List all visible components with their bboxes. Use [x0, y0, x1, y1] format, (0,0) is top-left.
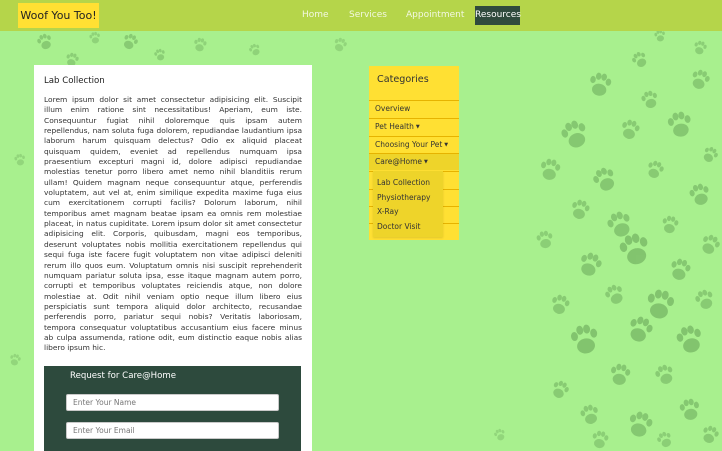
category-overview[interactable]: Overview — [369, 100, 459, 117]
category-pet-health[interactable]: Pet Health ▼ — [369, 118, 459, 135]
category-choosing-your-pet[interactable]: Choosing Your Pet ▼ — [369, 136, 459, 153]
brand-logo[interactable]: Woof You Too! — [18, 3, 99, 28]
nav-link-services[interactable]: Services — [349, 0, 387, 31]
name-input[interactable] — [66, 394, 279, 411]
article-card: Lab Collection Lorem ipsum dolor sit ame… — [34, 65, 312, 451]
caret-down-icon: ▼ — [415, 124, 420, 130]
nav-link-appointment[interactable]: Appointment — [406, 0, 464, 31]
article-title: Lab Collection — [44, 76, 105, 86]
article-body: Lorem ipsum dolor sit amet consectetur a… — [44, 95, 302, 353]
caret-down-icon: ▼ — [444, 142, 449, 148]
care-at-home-dropdown: Lab Collection Physiotherapy X-Ray Docto… — [373, 171, 443, 237]
submenu-doctor-visit[interactable]: Doctor Visit — [377, 222, 420, 231]
category-label: Care@Home — [375, 157, 423, 166]
categories-title: Categories — [377, 74, 429, 85]
form-title: Request for Care@Home — [70, 371, 177, 381]
caret-down-icon: ▼ — [424, 159, 428, 165]
submenu-physiotherapy[interactable]: Physiotherapy — [377, 193, 430, 202]
category-label: Choosing Your Pet — [375, 140, 443, 149]
category-label: Overview — [375, 104, 411, 113]
top-navbar: Woof You Too! Home Services Appointment … — [0, 0, 722, 31]
category-care-at-home[interactable]: Care@Home ▼ — [369, 153, 459, 170]
nav-link-home[interactable]: Home — [302, 0, 329, 31]
submenu-lab-collection[interactable]: Lab Collection — [377, 178, 430, 187]
nav-link-resources[interactable]: Resources — [475, 6, 521, 25]
email-input[interactable] — [66, 422, 279, 439]
category-label: Pet Health — [375, 122, 414, 131]
submenu-x-ray[interactable]: X-Ray — [377, 207, 399, 216]
care-request-form: Request for Care@Home — [44, 366, 301, 451]
